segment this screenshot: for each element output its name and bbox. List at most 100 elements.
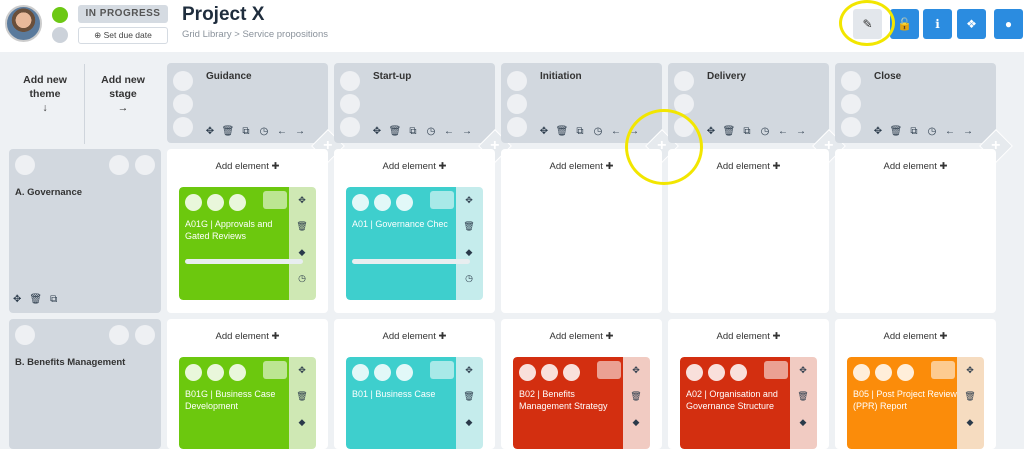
trash-icon[interactable]: 🗑 xyxy=(461,221,477,232)
flag-icon[interactable] xyxy=(563,364,580,381)
move-icon[interactable]: ✥ xyxy=(294,365,310,376)
user-icon[interactable] xyxy=(841,71,861,91)
status-badge[interactable]: IN PROGRESS xyxy=(78,5,168,23)
clock-icon[interactable]: ◷ xyxy=(294,273,310,284)
user-icon[interactable] xyxy=(207,364,224,381)
avatar[interactable] xyxy=(5,5,42,42)
user-icon[interactable] xyxy=(173,71,193,91)
stage-header[interactable]: Guidance ✥ 🗑 ⧉ ◷ ← → xyxy=(167,63,328,143)
arrow-left-icon[interactable]: ← xyxy=(442,126,456,137)
stage-header[interactable]: Close ✥ 🗑 ⧉ ◷ ← → xyxy=(835,63,996,143)
user-icon[interactable] xyxy=(374,364,391,381)
copy-icon[interactable] xyxy=(430,191,454,209)
breadcrumb[interactable]: Grid Library > Service propositions xyxy=(182,29,328,40)
tags-button[interactable]: ❖ xyxy=(957,9,986,39)
trash-icon[interactable]: 🗑 xyxy=(889,126,903,137)
move-icon[interactable]: ✥ xyxy=(370,126,384,137)
move-icon[interactable]: ✥ xyxy=(962,365,978,376)
arrow-right-icon[interactable]: → xyxy=(293,126,307,137)
user-icon[interactable] xyxy=(674,71,694,91)
clock-icon[interactable]: ◷ xyxy=(257,126,271,137)
move-icon[interactable]: ✥ xyxy=(704,126,718,137)
user-icon[interactable] xyxy=(340,71,360,91)
user-icon[interactable] xyxy=(15,155,35,175)
add-new-theme-button[interactable]: Add new theme ↓ xyxy=(14,73,76,115)
arrow-right-icon[interactable]: → xyxy=(794,126,808,137)
copy-icon[interactable]: ⧉ xyxy=(406,126,420,137)
move-icon[interactable]: ✥ xyxy=(294,195,310,206)
trash-icon[interactable]: 🗑 xyxy=(795,391,811,402)
element-card[interactable]: B01 | Business Case ✥ 🗑 ◆ xyxy=(346,357,483,449)
flag-icon[interactable] xyxy=(396,364,413,381)
flag-icon[interactable] xyxy=(507,117,527,137)
user-icon[interactable] xyxy=(374,194,391,211)
add-element-button[interactable]: Add element ✚ xyxy=(334,161,495,172)
clock-icon[interactable]: ◷ xyxy=(461,273,477,284)
arrow-right-icon[interactable]: → xyxy=(460,126,474,137)
theme-name[interactable]: A. Governance xyxy=(15,187,82,198)
tag-icon[interactable]: ◆ xyxy=(294,417,310,428)
clock-icon[interactable]: ◷ xyxy=(758,126,772,137)
theme-row-header[interactable]: B. Benefits Management xyxy=(9,319,161,449)
user-icon[interactable] xyxy=(853,364,870,381)
stage-name[interactable]: Close xyxy=(874,71,901,82)
trash-icon[interactable]: 🗑 xyxy=(221,126,235,137)
copy-icon[interactable] xyxy=(597,361,621,379)
trash-icon[interactable]: 🗑 xyxy=(461,391,477,402)
card-title[interactable]: B01 | Business Case xyxy=(352,388,460,400)
tag-icon[interactable]: ◆ xyxy=(294,247,310,258)
add-element-button[interactable]: Add element ✚ xyxy=(167,161,328,172)
copy-icon[interactable]: ⧉ xyxy=(239,126,253,137)
card-title[interactable]: B02 | Benefits Management Strategy xyxy=(519,388,627,412)
flag-icon[interactable] xyxy=(396,194,413,211)
move-icon[interactable]: ✥ xyxy=(13,294,21,305)
trash-icon[interactable]: 🗑 xyxy=(722,126,736,137)
add-element-button[interactable]: Add element ✚ xyxy=(501,331,662,342)
status-dot[interactable] xyxy=(52,7,68,23)
user-icon[interactable] xyxy=(519,364,536,381)
info-button[interactable]: ℹ xyxy=(923,9,952,39)
user-icon[interactable] xyxy=(340,94,360,114)
grid-cell[interactable]: Add element ✚ xyxy=(835,149,996,313)
copy-icon[interactable] xyxy=(263,191,287,209)
user-icon[interactable] xyxy=(352,364,369,381)
element-card[interactable]: B05 | Post Project Review (PPR) Report ✥ 🗑… xyxy=(847,357,984,449)
card-title[interactable]: A01G | Approvals and Gated Reviews xyxy=(185,218,293,242)
clock-icon[interactable]: ◷ xyxy=(925,126,939,137)
stage-header[interactable]: Start-up ✥ 🗑 ⧉ ◷ ← → xyxy=(334,63,495,143)
move-icon[interactable]: ✥ xyxy=(461,195,477,206)
arrow-left-icon[interactable]: ← xyxy=(776,126,790,137)
element-card[interactable]: B02 | Benefits Management Strategy ✥ 🗑 ◆ xyxy=(513,357,650,449)
arrow-right-icon[interactable]: → xyxy=(961,126,975,137)
card-title[interactable]: B01G | Business Case Development xyxy=(185,388,293,412)
add-element-button[interactable]: Add element ✚ xyxy=(334,331,495,342)
move-icon[interactable]: ✥ xyxy=(871,126,885,137)
move-icon[interactable]: ✥ xyxy=(203,126,217,137)
user-icon[interactable] xyxy=(185,364,202,381)
arrow-left-icon[interactable]: ← xyxy=(943,126,957,137)
stage-name[interactable]: Initiation xyxy=(540,71,582,82)
user-icon[interactable] xyxy=(15,325,35,345)
flag-icon[interactable] xyxy=(229,364,246,381)
copy-icon[interactable]: ⧉ xyxy=(573,126,587,137)
user-icon[interactable] xyxy=(109,325,129,345)
copy-icon[interactable] xyxy=(931,361,955,379)
copy-icon[interactable]: ⧉ xyxy=(50,294,57,305)
add-element-button[interactable]: Add element ✚ xyxy=(668,331,829,342)
user-icon[interactable] xyxy=(875,364,892,381)
arrow-left-icon[interactable]: ← xyxy=(609,126,623,137)
card-title[interactable]: A02 | Organisation and Governance Struct… xyxy=(686,388,794,412)
element-card[interactable]: A02 | Organisation and Governance Struct… xyxy=(680,357,817,449)
flag-icon[interactable] xyxy=(897,364,914,381)
clock-icon[interactable]: ◷ xyxy=(591,126,605,137)
copy-icon[interactable] xyxy=(430,361,454,379)
user-icon[interactable] xyxy=(507,94,527,114)
trash-icon[interactable]: 🗑 xyxy=(962,391,978,402)
stage-name[interactable]: Guidance xyxy=(206,71,252,82)
user-icon[interactable] xyxy=(173,94,193,114)
user-icon[interactable] xyxy=(541,364,558,381)
flag-icon[interactable] xyxy=(841,117,861,137)
copy-icon[interactable] xyxy=(263,361,287,379)
card-title[interactable]: B05 | Post Project Review (PPR) Report xyxy=(853,388,961,412)
trash-icon[interactable]: 🗑 xyxy=(388,126,402,137)
